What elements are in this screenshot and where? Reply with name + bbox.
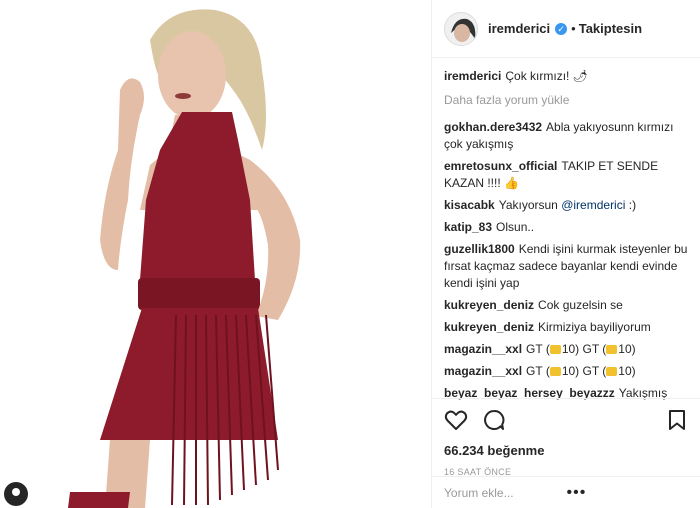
comment-list: iremderici Çok kırmızı! 🌶 Daha fazla yoru…	[432, 58, 700, 402]
mention-link[interactable]: @iremderici	[561, 198, 625, 212]
load-more-comments-link[interactable]: Daha fazla yorum yükle	[444, 93, 688, 107]
bookmark-icon[interactable]	[665, 408, 689, 432]
comment-item: katip_83 Olsun..	[444, 219, 688, 236]
coin-icon	[606, 367, 618, 376]
comment-icon[interactable]	[482, 408, 506, 432]
verified-badge-icon: ✓	[555, 22, 568, 35]
separator-dot: •	[571, 21, 576, 36]
comment-username[interactable]: magazin__xxl	[444, 364, 522, 378]
add-comment-input[interactable]: Yorum ekle...	[444, 486, 567, 500]
comment-item: magazin__xxl GT ( 10) GT ( 10)	[444, 363, 688, 380]
comment-username[interactable]: kukreyen_deniz	[444, 320, 534, 334]
comment-item: emretosunx_official TAKIP ET SENDE KAZAN …	[444, 158, 688, 192]
tag-indicator-icon[interactable]	[4, 482, 28, 506]
comment-item: magazin__xxl GT ( 10) GT ( 10)	[444, 341, 688, 358]
comment-text: Cok guzelsin se	[538, 298, 623, 312]
comment-text: Olsun..	[496, 220, 535, 234]
more-options-icon[interactable]: •••	[567, 484, 690, 502]
action-icons	[444, 407, 689, 433]
follow-button[interactable]: Takiptesin	[579, 21, 642, 36]
comment-text-part: 10) GT (	[561, 364, 607, 378]
comment-text: Kirmiziya bayiliyorum	[538, 320, 651, 334]
post-panel: iremderici ✓ • Takiptesin iremderici Çok …	[431, 0, 700, 508]
comment-item: guzellik1800 Kendi işini kurmak isteyenle…	[444, 241, 688, 292]
action-bar: 66.234 beğenme 16 SAAT ÖNCE	[432, 398, 700, 477]
author-username[interactable]: iremderici	[488, 21, 550, 36]
comment-username[interactable]: gokhan.dere3432	[444, 120, 542, 134]
comment-username[interactable]: emretosunx_official	[444, 159, 557, 173]
comment-username[interactable]: kukreyen_deniz	[444, 298, 534, 312]
comment-username[interactable]: guzellik1800	[444, 242, 515, 256]
comment-username[interactable]: katip_83	[444, 220, 492, 234]
comment-username[interactable]: magazin__xxl	[444, 342, 522, 356]
comment-text-part: 10) GT (	[561, 342, 607, 356]
comment-text: GT (	[526, 364, 550, 378]
coin-icon	[549, 367, 561, 376]
comment-text-part: 10)	[618, 342, 636, 356]
comment-text: GT (	[526, 342, 550, 356]
post-photo[interactable]	[0, 0, 431, 508]
caption-username[interactable]: iremderici	[444, 69, 501, 83]
comment-suffix: :)	[625, 198, 637, 212]
post-header: iremderici ✓ • Takiptesin	[432, 0, 700, 58]
caption: iremderici Çok kırmızı! 🌶	[444, 68, 688, 85]
coin-icon	[606, 345, 618, 354]
comment-text-part: 10)	[618, 364, 636, 378]
comment-item: gokhan.dere3432 Abla yakıyosunn kırmızı ç…	[444, 119, 688, 153]
comment-text: Yakıyorsun	[498, 198, 558, 212]
avatar-image	[445, 12, 477, 45]
coin-icon	[549, 345, 561, 354]
post-image	[0, 0, 431, 508]
comment-item: kukreyen_deniz Cok guzelsin se	[444, 297, 688, 314]
caption-text: Çok kırmızı! 🌶	[505, 69, 588, 83]
like-count[interactable]: 66.234 beğenme	[444, 443, 689, 458]
heart-icon[interactable]	[444, 408, 468, 432]
comment-item: kisacabk Yakıyorsun @iremderici :)	[444, 197, 688, 214]
add-comment-field[interactable]: Yorum ekle... •••	[432, 476, 700, 508]
comment-username[interactable]: kisacabk	[444, 198, 495, 212]
author-avatar[interactable]	[444, 11, 478, 46]
comment-item: kukreyen_deniz Kirmiziya bayiliyorum	[444, 319, 688, 336]
